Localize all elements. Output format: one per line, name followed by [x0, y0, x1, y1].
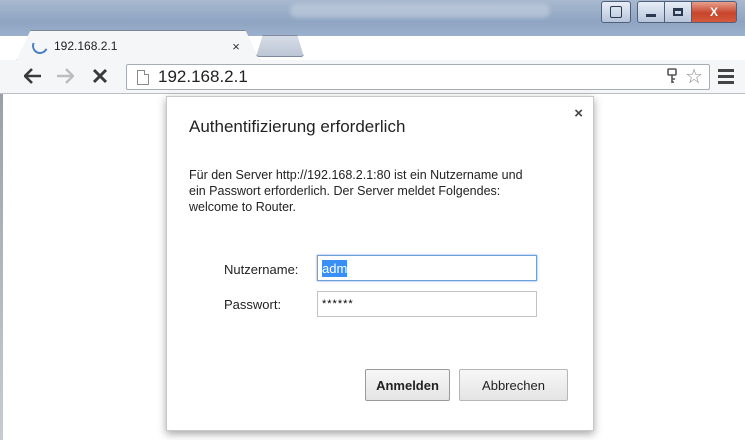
close-icon: X [709, 5, 718, 19]
dialog-close-button[interactable]: × [574, 105, 583, 122]
profile-button[interactable] [601, 1, 631, 23]
tab-close-button[interactable]: × [226, 39, 246, 54]
minimize-button[interactable] [637, 1, 665, 23]
new-tab-button[interactable] [256, 35, 304, 57]
username-label: Nutzername: [224, 262, 299, 277]
auth-dialog: × Authentifizierung erforderlich Für den… [166, 96, 594, 431]
star-icon[interactable]: ☆ [685, 67, 703, 87]
minimize-icon [646, 13, 656, 17]
page-icon [137, 69, 149, 85]
forward-button[interactable] [52, 63, 78, 89]
username-value: adm [322, 259, 348, 277]
tab-content: 192.168.2.1 × [26, 32, 250, 60]
loading-spinner-icon [29, 35, 51, 57]
window-controls: X [601, 1, 737, 23]
password-input[interactable]: ****** [317, 291, 537, 317]
message-line: welcome to Router. [189, 200, 296, 214]
dialog-title: Authentifizierung erforderlich [189, 117, 406, 136]
window-left-edge [0, 94, 3, 440]
stop-icon [92, 68, 108, 84]
dialog-message: Für den Server http://192.168.2.1:80 ist… [189, 167, 569, 215]
title-bar-glare [290, 4, 550, 18]
password-value: ****** [322, 298, 354, 310]
message-line: ein Passwort erforderlich. Der Server me… [189, 184, 501, 198]
maximize-button[interactable] [665, 1, 691, 23]
password-label: Passwort: [224, 297, 282, 312]
person-icon [610, 6, 622, 18]
address-bar[interactable]: 192.168.2.1 ☆ [126, 64, 710, 90]
message-line: Für den Server http://192.168.2.1:80 ist… [189, 168, 523, 182]
cancel-button[interactable]: Abbrechen [459, 369, 568, 401]
arrow-right-icon [57, 68, 74, 84]
login-button[interactable]: Anmelden [365, 369, 450, 401]
window-close-button[interactable]: X [691, 1, 737, 23]
url-text[interactable]: 192.168.2.1 [158, 67, 667, 87]
key-icon[interactable] [667, 67, 677, 87]
maximize-icon [673, 8, 683, 16]
arrow-left-icon [24, 68, 41, 84]
browser-window: X 192.168.2.1 × 192.168.2.1 ☆ × Authenti… [0, 0, 745, 440]
tab-title: 192.168.2.1 [54, 39, 118, 53]
username-input[interactable]: adm [317, 255, 537, 281]
back-button[interactable] [20, 63, 46, 89]
stop-button[interactable] [87, 63, 113, 89]
hamburger-menu-icon[interactable] [718, 69, 734, 84]
